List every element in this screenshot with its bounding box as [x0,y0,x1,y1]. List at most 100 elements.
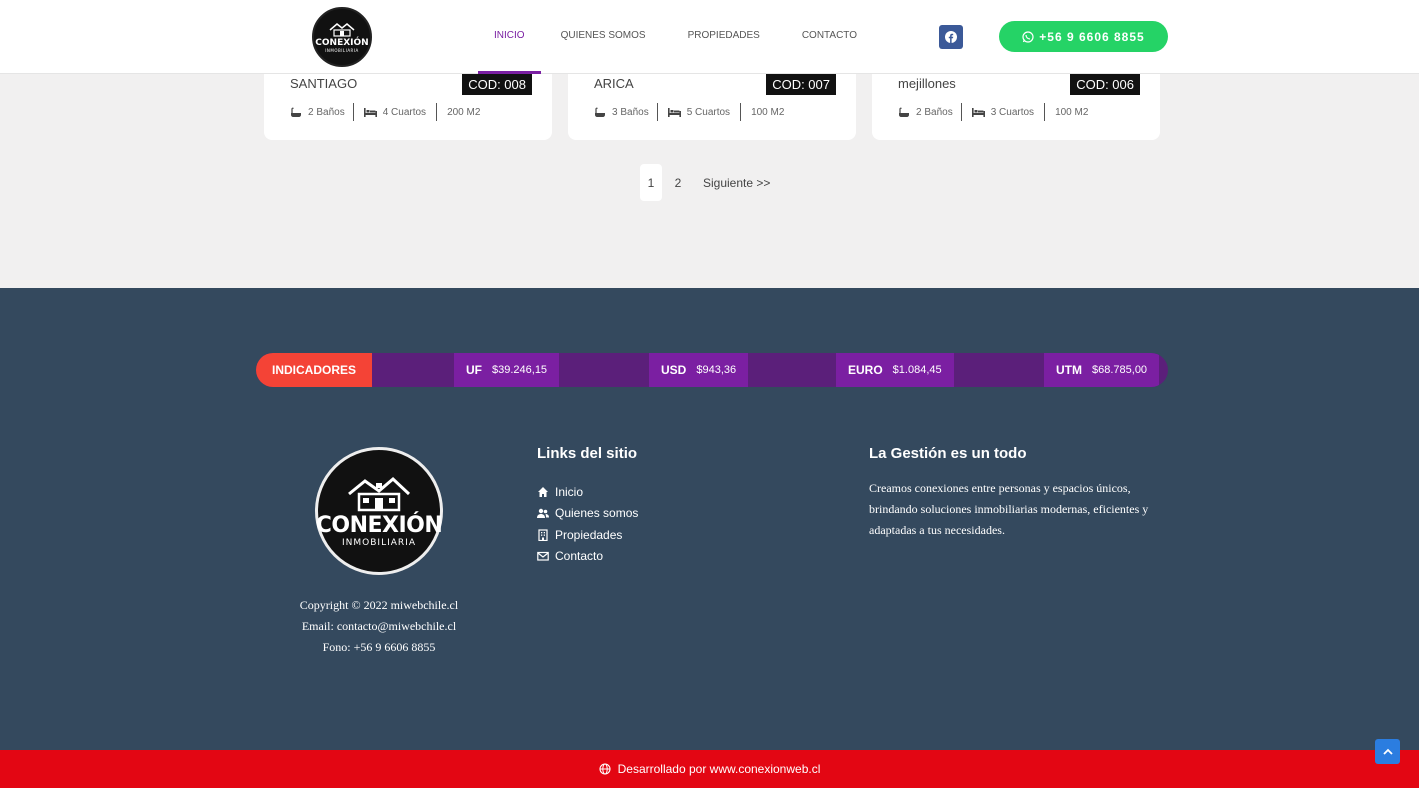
footer-links: Inicio Quienes somos Propiedades Contact… [537,481,638,567]
divider [960,103,962,121]
home-icon [538,486,548,497]
nav-item-propiedades[interactable]: PROPIEDADES [666,0,782,74]
divider [656,103,658,121]
footer-link-label: Inicio [555,484,584,499]
bed-icon [363,108,377,117]
indicator-uf: UF $39.246,15 [454,353,560,387]
envelope-icon [537,552,549,561]
page-2[interactable]: 2 [667,164,689,201]
indicator-usd: USD $943,36 [649,353,749,387]
property-features: 2 Baños 4 Cuartos 200 M2 [290,103,488,121]
logo-sub: INMOBILIARIA [325,48,359,53]
email-text[interactable]: Email: contacto@miwebchile.cl [259,616,499,637]
phone-text[interactable]: Fono: +56 9 6606 8855 [259,637,499,658]
bed-icon [667,108,681,117]
feature-rooms: 4 Cuartos [363,103,436,121]
indicators-bar: INDICADORES UF $39.246,15 USD $943,36 EU… [256,353,1168,387]
footer-logo: CONEXIÓN INMOBILIARIA [315,447,443,575]
scroll-to-top-button[interactable] [1375,739,1400,764]
page-1[interactable]: 1 [640,164,662,201]
bed-icon [971,108,985,117]
house-logo-icon [329,23,355,37]
whatsapp-button[interactable]: +56 9 6606 8855 [999,21,1168,52]
footer-link-label: Propiedades [555,527,623,542]
facebook-icon [945,31,957,43]
pagination: 1 2 Siguiente >> [640,164,770,201]
feature-area: 100 M2 [1055,103,1096,121]
property-features: 2 Baños 3 Cuartos 100 M2 [898,103,1096,121]
house-logo-icon [348,476,411,511]
feature-rooms-label: 4 Cuartos [382,106,427,118]
credits-bar: Desarrollado por www.conexionweb.cl [0,750,1419,788]
feature-baths-label: 3 Baños [612,106,649,118]
indicator-value: $943,36 [696,364,737,376]
site-footer: INDICADORES UF $39.246,15 USD $943,36 EU… [0,288,1419,750]
feature-rooms-label: 3 Cuartos [990,106,1035,118]
indicator-value: $39.246,15 [492,364,548,376]
feature-baths-label: 2 Baños [308,106,345,118]
indicators-label: INDICADORES [256,353,372,387]
property-city: ARICA [594,76,634,91]
footer-link-label: Contacto [555,549,604,564]
feature-area: 200 M2 [447,103,488,121]
property-code: COD: 007 [766,74,836,95]
credits-text[interactable]: Desarrollado por www.conexionweb.cl [618,762,821,776]
whatsapp-icon [1022,30,1034,43]
property-city: SANTIAGO [290,76,358,91]
whatsapp-label: +56 9 6606 8855 [1039,29,1145,44]
footer-logo-sub: INMOBILIARIA [342,537,416,548]
feature-rooms-label: 5 Cuartos [686,106,731,118]
indicator-euro: EURO $1.084,45 [836,353,954,387]
feature-baths: 2 Baños [898,103,961,121]
gestion-title: La Gestión es un todo [869,445,1027,462]
footer-link-contacto[interactable]: Contacto [537,546,638,568]
nav-item-quienes-somos[interactable]: QUIENES SOMOS [541,0,666,74]
feature-baths: 2 Baños [290,103,353,121]
indicator-value: $68.785,00 [1092,364,1148,376]
divider [436,103,438,121]
indicator-utm: UTM $68.785,00 [1044,353,1160,387]
feature-baths-label: 2 Baños [916,106,953,118]
nav-item-contacto[interactable]: CONTACTO [782,0,877,74]
feature-area-label: 100 M2 [751,106,785,118]
divider [1044,103,1046,121]
footer-logo-brand: CONEXIÓN [315,512,443,538]
main-nav: INICIO QUIENES SOMOS PROPIEDADES CONTACT… [478,0,877,74]
next-page-link[interactable]: Siguiente >> [703,176,770,190]
bathtub-icon [595,107,605,117]
footer-link-inicio[interactable]: Inicio [537,481,638,503]
indicator-name: EURO [848,363,883,377]
copyright-text: Copyright © 2022 miwebchile.cl [299,598,459,612]
chevron-up-icon [1382,748,1393,755]
footer-link-label: Quienes somos [555,506,639,521]
property-features: 3 Baños 5 Cuartos 100 M2 [594,103,792,121]
bathtub-icon [899,107,909,117]
property-code: COD: 006 [1070,74,1140,95]
feature-baths: 3 Baños [594,103,657,121]
feature-area: 100 M2 [751,103,792,121]
logo-brand: CONEXIÓN [315,38,369,48]
indicator-value: $1.084,45 [892,364,942,376]
footer-link-quienes-somos[interactable]: Quienes somos [537,503,638,525]
nav-item-inicio[interactable]: INICIO [478,0,541,74]
feature-area-label: 200 M2 [447,106,481,118]
links-title: Links del sitio [537,445,638,462]
footer-contact-info: Copyright © 2022 miwebchile.cl Email: co… [259,595,499,658]
facebook-button[interactable] [939,25,963,49]
divider [352,103,354,121]
building-icon [538,529,548,541]
bathtub-icon [291,107,301,117]
users-icon [537,509,549,519]
globe-icon [599,763,611,775]
indicator-name: USD [661,363,687,377]
feature-rooms: 5 Cuartos [667,103,740,121]
feature-rooms: 3 Cuartos [971,103,1044,121]
site-logo[interactable]: CONEXIÓN INMOBILIARIA [312,7,372,67]
divider [740,103,742,121]
indicator-name: UF [466,363,482,377]
feature-area-label: 100 M2 [1055,106,1089,118]
footer-link-propiedades[interactable]: Propiedades [537,524,638,546]
gestion-text: Creamos conexiones entre personas y espa… [869,481,1149,537]
site-header: CONEXIÓN INMOBILIARIA INICIO QUIENES SOM… [0,0,1419,74]
property-code: COD: 008 [462,74,532,95]
